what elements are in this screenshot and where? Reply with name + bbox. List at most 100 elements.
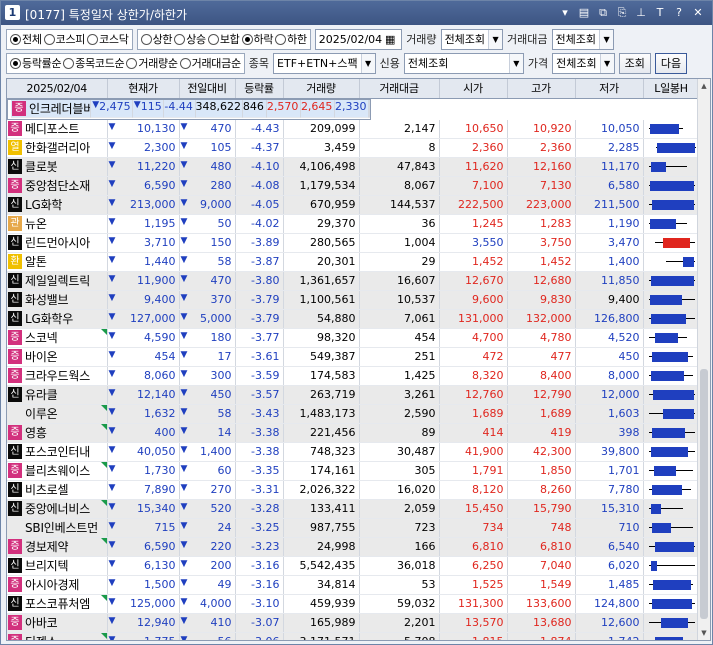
table-row[interactable]: 신 포스코인터내 ▼ 40,050 ▼ 1,400 -3.38 748,323 30,487 41… bbox=[7, 442, 700, 462]
col-high[interactable]: 고가 bbox=[507, 79, 576, 99]
stock-name-cell[interactable]: 증 바이온 bbox=[7, 347, 108, 367]
table-row[interactable]: 신 유라클 ▼ 12,140 ▼ 450 -3.57 263,719 3,261 12,760 12… bbox=[7, 385, 700, 405]
stock-name-cell[interactable]: 증 중앙첨단소재 bbox=[7, 176, 108, 196]
col-rate[interactable]: 등락률 bbox=[235, 79, 284, 99]
text-size-icon[interactable]: T bbox=[652, 5, 668, 21]
search-button[interactable]: 조회 bbox=[618, 52, 651, 74]
help-icon[interactable]: ? bbox=[671, 5, 687, 21]
list-icon[interactable]: ▤ bbox=[576, 5, 592, 21]
table-row[interactable]: 이루온 ▼ 1,632 ▼ 58 -3.43 1,483,173 2,590 1,689 1,68… bbox=[7, 404, 700, 424]
table-row[interactable]: 열 한화갤러리아 ▼ 2,300 ▼ 105 -4.37 3,459 8 2,360 2,360 2,… bbox=[7, 138, 700, 158]
market-kosdaq-radio[interactable]: 코스닥 bbox=[87, 31, 129, 47]
stock-name-cell[interactable]: 신 클로봇 bbox=[7, 157, 108, 177]
sort-amount-radio[interactable]: 거래대금순 bbox=[179, 55, 241, 71]
price-select[interactable]: 전체조회 ▼ bbox=[552, 52, 615, 74]
stock-name-cell[interactable]: 신 제일일렉트릭 bbox=[7, 271, 108, 291]
table-row[interactable]: 증 크라우드웍스 ▼ 8,060 ▼ 300 -3.59 174,583 1,425 8,320 8… bbox=[7, 366, 700, 386]
table-row[interactable]: 신 클로봇 ▼ 11,220 ▼ 480 -4.10 4,106,498 47,843 11,62… bbox=[7, 157, 700, 177]
scroll-up-icon[interactable]: ▲ bbox=[698, 79, 710, 93]
table-row[interactable]: 신 LG화학우 ▼ 127,000 ▼ 5,000 -3.79 54,880 7,061 131,… bbox=[7, 309, 700, 329]
stock-name-cell[interactable]: 신 비츠로셀 bbox=[7, 480, 108, 500]
table-row[interactable]: 신 화성밸브 ▼ 9,400 ▼ 370 -3.79 1,100,561 10,537 9,600… bbox=[7, 290, 700, 310]
rise-radio[interactable]: 상승 bbox=[174, 31, 206, 47]
stock-name-cell[interactable]: 신 린드먼아시아 bbox=[7, 233, 108, 253]
stock-name-cell[interactable]: 신 포스코퓨처엠 bbox=[7, 594, 108, 614]
vertical-scrollbar[interactable]: ▲ ▼ bbox=[697, 79, 710, 640]
table-row[interactable]: 신 포스코퓨처엠 ▼ 125,000 ▼ 4,000 -3.10 459,939 59,032 1… bbox=[7, 594, 700, 614]
stock-name-cell[interactable]: 증 블리츠웨이스 bbox=[7, 461, 108, 481]
window-menu-icon[interactable]: ▾ bbox=[557, 5, 573, 21]
stock-name-cell[interactable]: 증디젠스 bbox=[7, 632, 108, 640]
next-button[interactable]: 다음 bbox=[654, 52, 688, 74]
flat-radio[interactable]: 보합 bbox=[207, 31, 240, 47]
table-row[interactable]: 신 LG화학 ▼ 213,000 ▼ 9,000 -4.05 670,959 144,537 22… bbox=[7, 195, 700, 215]
volume-select[interactable]: 전체조회 ▼ bbox=[440, 28, 504, 50]
stock-name-cell[interactable]: 증 인크레더블버 bbox=[11, 100, 92, 118]
table-row[interactable]: 환 알톤 ▼ 1,440 ▼ 58 -3.87 20,301 29 1,452 1,452 1,400 bbox=[7, 252, 700, 272]
stock-name-cell[interactable]: 증 크라우드웍스 bbox=[7, 366, 108, 386]
table-row[interactable]: 증 스코넥 ▼ 4,590 ▼ 180 -3.77 98,320 454 4,700 4,780 4,… bbox=[7, 328, 700, 348]
table-row[interactable]: SBI인베스트먼 ▼ 715 ▼ 24 -3.25 987,755 723 734 748 710 bbox=[7, 518, 700, 538]
table-row[interactable]: 증 중앙첨단소재 ▼ 6,590 ▼ 280 -4.08 1,179,534 8,067 7,10… bbox=[7, 176, 700, 196]
link-icon[interactable]: ⎘ bbox=[614, 5, 630, 21]
stock-name-cell[interactable]: 증 메디포스트 bbox=[7, 119, 108, 139]
table-row[interactable]: 증 바이온 ▼ 454 ▼ 17 -3.61 549,387 251 472 477 450 bbox=[7, 347, 700, 367]
fall-radio[interactable]: 하락 bbox=[241, 31, 273, 47]
scroll-thumb[interactable] bbox=[700, 369, 708, 619]
table-row[interactable]: 신 린드먼아시아 ▼ 3,710 ▼ 150 -3.89 280,565 1,004 3,550 3… bbox=[7, 233, 700, 253]
stock-name-cell[interactable]: 증 아시아경제 bbox=[7, 575, 108, 595]
date-input[interactable]: 2025/02/04 ▦ bbox=[314, 28, 403, 50]
sort-code-radio[interactable]: 종목코드순 bbox=[63, 55, 125, 71]
table-row[interactable]: 증 아시아경제 ▼ 1,500 ▼ 49 -3.16 34,814 53 1,525 1,549 1,… bbox=[7, 575, 700, 595]
table-row[interactable]: 신 브리지텍 ▼ 6,130 ▼ 200 -3.16 5,542,435 36,018 6,250… bbox=[7, 556, 700, 576]
stock-name-cell[interactable]: 신 화성밸브 bbox=[7, 290, 108, 310]
stock-name-cell[interactable]: 신 LG화학 bbox=[7, 195, 108, 215]
stock-name-cell[interactable]: 이루온 bbox=[7, 404, 108, 424]
table-row[interactable]: 증 경보제약 ▼ 6,590 ▼ 220 -3.23 24,998 166 6,810 6,810 6… bbox=[7, 537, 700, 557]
table-row[interactable]: 신 중앙에너비스 ▼ 15,340 ▼ 520 -3.28 133,411 2,059 15,45… bbox=[7, 499, 700, 519]
table-row[interactable]: 증 아바코 ▼ 12,940 ▼ 410 -3.07 165,989 2,201 13,570 13… bbox=[7, 613, 700, 633]
table-row[interactable]: 증 인크레더블버 ▼ 2,475 ▼ 115 -4.44 348,622 846 2,570 2,6… bbox=[7, 98, 372, 120]
sort-volume-radio[interactable]: 거래량순 bbox=[126, 55, 178, 71]
stock-name-cell[interactable]: 증 아바코 bbox=[7, 613, 108, 633]
stock-name-cell[interactable]: 증 스코넥 bbox=[7, 328, 108, 348]
col-open[interactable]: 시가 bbox=[439, 79, 508, 99]
stock-name-cell[interactable]: 증 경보제약 bbox=[7, 537, 108, 557]
stock-name-cell[interactable]: 증 영흥 bbox=[7, 423, 108, 443]
stock-type-select[interactable]: ETF+ETN+스팩 ▼ bbox=[273, 52, 376, 74]
credit-select[interactable]: 전체조회 ▼ bbox=[403, 52, 524, 74]
col-amount[interactable]: 거래대금 bbox=[359, 79, 440, 99]
stock-name-cell[interactable]: SBI인베스트먼 bbox=[7, 518, 108, 538]
table-row[interactable]: 증 메디포스트 ▼ 10,130 ▼ 470 -4.43 209,099 2,147 10,650… bbox=[7, 119, 700, 139]
stock-name-cell[interactable]: 신 중앙에너비스 bbox=[7, 499, 108, 519]
stock-name-cell[interactable]: 신 유라클 bbox=[7, 385, 108, 405]
table-row[interactable]: 관 뉴온 ▼ 1,195 ▼ 50 -4.02 29,370 36 1,245 1,283 1,190 bbox=[7, 214, 700, 234]
sort-rate-radio[interactable]: 등락률순 bbox=[10, 55, 62, 71]
upper-limit-radio[interactable]: 상한 bbox=[140, 31, 173, 47]
table-row[interactable]: 신 제일일렉트릭 ▼ 11,900 ▼ 470 -3.80 1,361,657 16,607 12… bbox=[7, 271, 700, 291]
col-price[interactable]: 현재가 bbox=[107, 79, 180, 99]
table-row[interactable]: 증 블리츠웨이스 ▼ 1,730 ▼ 60 -3.35 174,161 305 1,791 1,85… bbox=[7, 461, 700, 481]
pin-icon[interactable]: ⊥ bbox=[633, 5, 649, 21]
stock-name-cell[interactable]: 관 뉴온 bbox=[7, 214, 108, 234]
table-row[interactable]: 신 비츠로셀 ▼ 7,890 ▼ 270 -3.31 2,026,322 16,020 8,120… bbox=[7, 480, 700, 500]
market-kospi-radio[interactable]: 코스피 bbox=[43, 31, 85, 47]
table-row[interactable]: 증디젠스▼1,775▼56-3.063,171,5715,7081,8151,8… bbox=[7, 632, 700, 640]
col-volume[interactable]: 거래량 bbox=[283, 79, 360, 99]
stock-name-cell[interactable]: 신 포스코인터내 bbox=[7, 442, 108, 462]
calendar-icon[interactable]: ▦ bbox=[382, 30, 398, 49]
amount-select[interactable]: 전체조회 ▼ bbox=[551, 28, 615, 50]
col-date[interactable]: 2025/02/04 bbox=[7, 79, 108, 99]
stock-name-cell[interactable]: 열 한화갤러리아 bbox=[7, 138, 108, 158]
col-low[interactable]: 저가 bbox=[575, 79, 644, 99]
market-all-radio[interactable]: 전체 bbox=[10, 31, 42, 47]
col-diff[interactable]: 전일대비 bbox=[179, 79, 236, 99]
lower-limit-radio[interactable]: 하한 bbox=[275, 31, 307, 47]
scroll-down-icon[interactable]: ▼ bbox=[698, 626, 710, 640]
stock-name-cell[interactable]: 신 LG화학우 bbox=[7, 309, 108, 329]
table-row[interactable]: 증 영흥 ▼ 400 ▼ 14 -3.38 221,456 89 414 419 398 bbox=[7, 423, 700, 443]
close-icon[interactable]: ✕ bbox=[690, 5, 706, 21]
stock-name-cell[interactable]: 환 알톤 bbox=[7, 252, 108, 272]
col-candle[interactable]: L일봉H bbox=[643, 79, 700, 99]
tile-icon[interactable]: ⧉ bbox=[595, 5, 611, 21]
